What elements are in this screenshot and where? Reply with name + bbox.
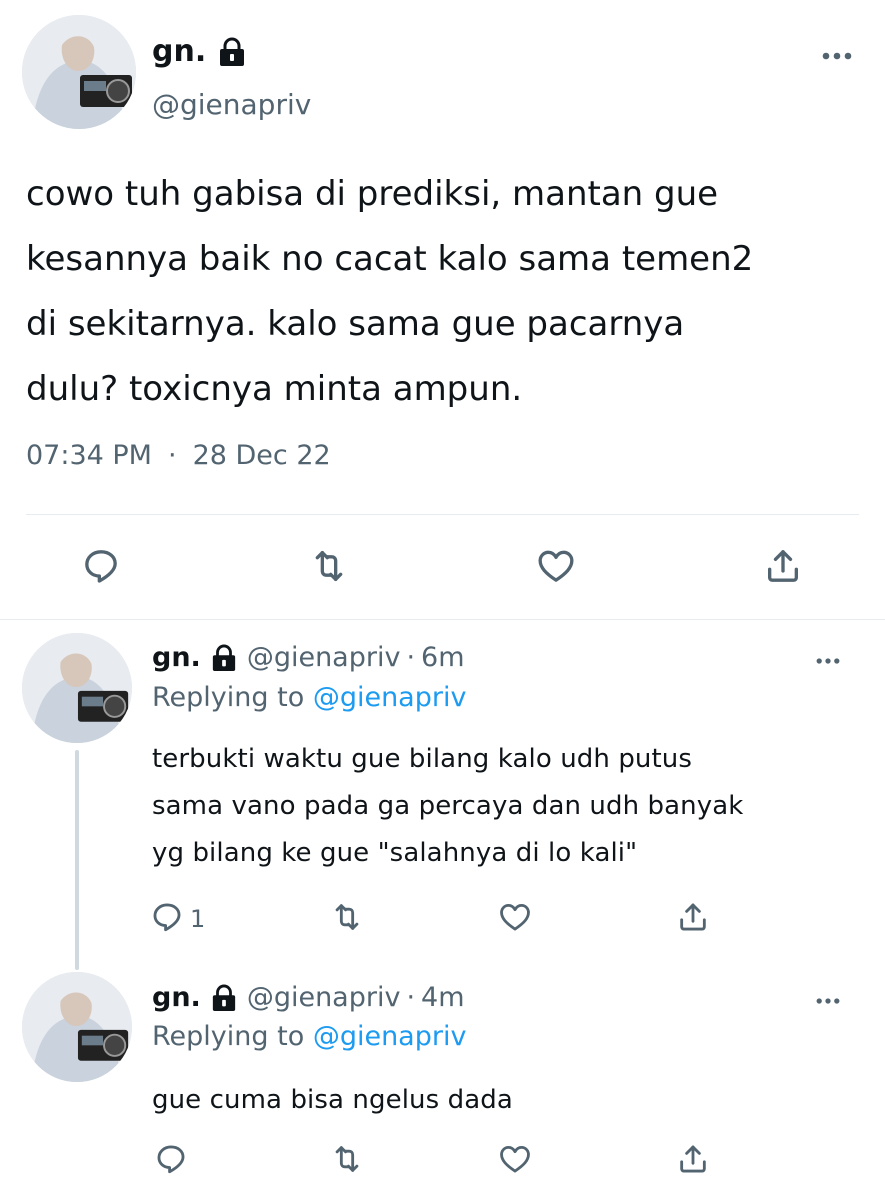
main-like-button[interactable]: [533, 545, 579, 591]
main-more-button[interactable]: [815, 40, 859, 70]
replying-to: Replying to @gienapriv: [152, 1021, 466, 1052]
heart-icon: [498, 1142, 532, 1180]
main-text-line: di sekitarnya. kalo sama gue pacarnya: [26, 304, 685, 344]
reply-handle[interactable]: @gienapriv: [247, 642, 401, 673]
lock-icon: [211, 644, 237, 672]
heart-icon: [536, 546, 576, 590]
reply-retweet-button[interactable]: [326, 1140, 368, 1182]
reply-like-button[interactable]: [494, 898, 536, 940]
share-icon: [676, 900, 710, 938]
reply-header: gn. @gienapriv · 4m: [152, 982, 465, 1013]
separator-dot: ·: [167, 440, 177, 471]
share-icon: [763, 546, 803, 590]
reply-bubble-icon: [150, 900, 184, 938]
reply-share-button[interactable]: [672, 898, 714, 940]
replying-to-label: Replying to: [152, 682, 305, 713]
main-reply-button[interactable]: [78, 545, 124, 591]
separator-dot: ·: [406, 642, 416, 673]
main-date[interactable]: 28 Dec 22: [193, 440, 331, 471]
reply-display-name[interactable]: gn.: [152, 982, 201, 1013]
reply-reply-button[interactable]: 1: [150, 898, 205, 940]
reply-text: terbukti waktu gue bilang kalo udh putus…: [152, 736, 872, 877]
reply-actions: [150, 1140, 870, 1182]
reply-header: gn. @gienapriv · 6m: [152, 642, 465, 673]
reply-avatar[interactable]: [22, 633, 132, 743]
main-timestamp: 07:34 PM · 28 Dec 22: [26, 440, 331, 471]
reply-actions: 1: [150, 898, 870, 940]
more-dots-icon: [814, 650, 842, 669]
main-divider: [26, 514, 859, 515]
retweet-icon: [309, 546, 349, 590]
thread-connector-line: [75, 750, 79, 970]
reply-age[interactable]: 4m: [421, 982, 464, 1013]
main-tweet-text: cowo tuh gabisa di prediksi, mantan gue …: [26, 162, 866, 422]
retweet-icon: [330, 900, 364, 938]
reply-reply-button[interactable]: [150, 1140, 192, 1182]
main-time[interactable]: 07:34 PM: [26, 440, 152, 471]
reply-handle[interactable]: @gienapriv: [247, 982, 401, 1013]
reply-bubble-icon: [154, 1142, 188, 1180]
main-text-line: cowo tuh gabisa di prediksi, mantan gue: [26, 174, 719, 214]
replying-to-handle[interactable]: @gienapriv: [313, 1021, 467, 1052]
retweet-icon: [330, 1142, 364, 1180]
main-display-name-row: gn.: [152, 34, 246, 69]
main-retweet-button[interactable]: [306, 545, 352, 591]
more-dots-icon: [821, 46, 853, 65]
reply-text-line: yg bilang ke gue "salahnya di lo kali": [152, 838, 638, 868]
replying-to: Replying to @gienapriv: [152, 682, 466, 713]
reply-text-line: sama vano pada ga percaya dan udh banyak: [152, 791, 744, 821]
main-tweet: gn. @gienapriv cowo tuh gabisa di predik…: [0, 0, 885, 620]
reply-share-button[interactable]: [672, 1140, 714, 1182]
reply-more-button[interactable]: [808, 986, 848, 1012]
reply-like-button[interactable]: [494, 1140, 536, 1182]
separator-dot: ·: [406, 982, 416, 1013]
lock-icon: [211, 984, 237, 1012]
main-share-button[interactable]: [760, 545, 806, 591]
reply-text-line: gue cuma bisa ngelus dada: [152, 1085, 513, 1115]
reply-age[interactable]: 6m: [421, 642, 464, 673]
reply-bubble-icon: [81, 546, 121, 590]
reply-retweet-button[interactable]: [326, 898, 368, 940]
reply-text: gue cuma bisa ngelus dada: [152, 1077, 872, 1124]
main-handle[interactable]: @gienapriv: [152, 88, 311, 121]
heart-icon: [498, 900, 532, 938]
main-display-name[interactable]: gn.: [152, 34, 206, 69]
more-dots-icon: [814, 990, 842, 1009]
lock-icon: [218, 37, 246, 67]
main-text-line: dulu? toxicnya minta ampun.: [26, 369, 523, 409]
reply-count: 1: [190, 905, 206, 933]
reply-tweet[interactable]: gn. @gienapriv · 4m Replying to @gienapr…: [0, 960, 885, 1200]
replying-to-handle[interactable]: @gienapriv: [313, 682, 467, 713]
reply-avatar[interactable]: [22, 972, 132, 1082]
reply-tweet[interactable]: gn. @gienapriv · 6m Replying to @gienapr…: [0, 620, 885, 970]
main-avatar[interactable]: [22, 15, 136, 129]
replying-to-label: Replying to: [152, 1021, 305, 1052]
reply-text-line: terbukti waktu gue bilang kalo udh putus: [152, 744, 693, 774]
share-icon: [676, 1142, 710, 1180]
reply-display-name[interactable]: gn.: [152, 642, 201, 673]
reply-more-button[interactable]: [808, 646, 848, 672]
main-text-line: kesannya baik no cacat kalo sama temen2: [26, 239, 754, 279]
